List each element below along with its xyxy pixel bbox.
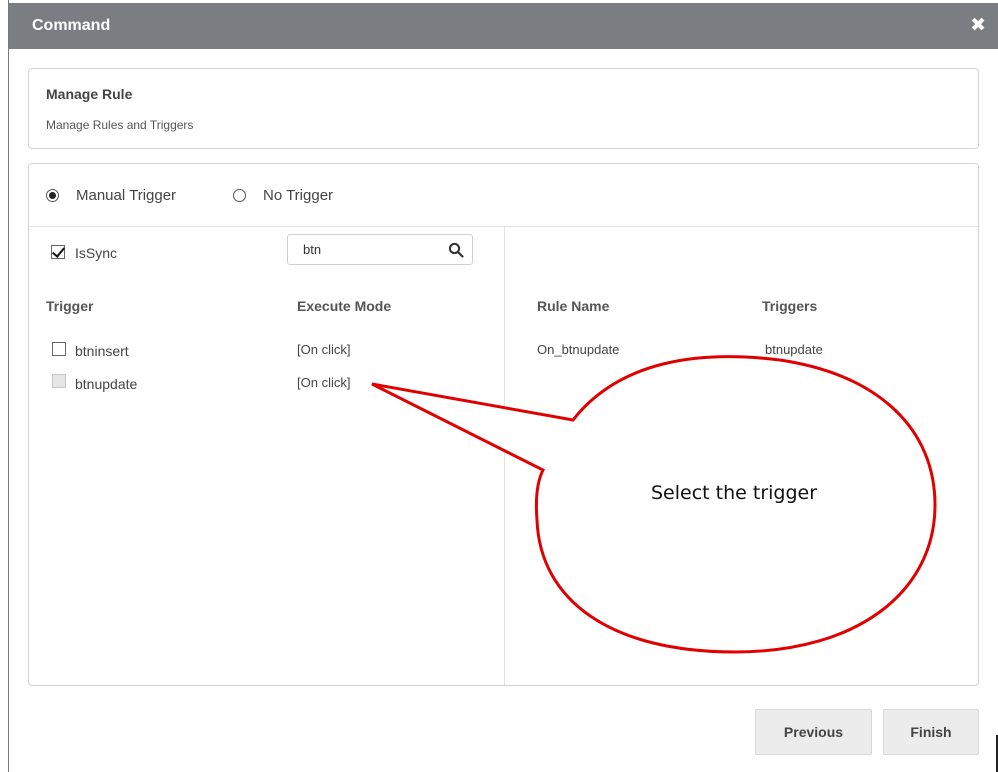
trigger-row-mode: [On click] <box>297 375 351 390</box>
trigger-row-mode: [On click] <box>297 342 351 357</box>
trigger-row-checkbox-disabled[interactable] <box>52 374 66 388</box>
issync-label: IsSync <box>75 245 118 261</box>
trigger-row-name: btnupdate <box>75 376 138 392</box>
column-divider <box>504 227 505 685</box>
trigger-mode-radio-group: Manual Trigger No Trigger <box>29 164 978 227</box>
trigger-search-input[interactable] <box>301 241 445 258</box>
finish-button[interactable]: Finish <box>883 709 979 755</box>
close-icon[interactable]: ✖ <box>970 14 986 37</box>
trigger-search-box <box>287 234 473 265</box>
search-icon[interactable] <box>448 242 464 258</box>
rule-row-name: On_btnupdate <box>537 342 620 357</box>
rule-row-triggers: btnupdate <box>765 342 823 357</box>
trigger-row-checkbox[interactable] <box>52 342 66 356</box>
radio-manual-trigger[interactable]: Manual Trigger <box>46 187 176 204</box>
radio-no-trigger-label: No Trigger <box>263 187 334 204</box>
issync-checkbox[interactable] <box>51 245 65 259</box>
trigger-row-name: btninsert <box>75 343 129 359</box>
panel-subtitle: Manage Rules and Triggers <box>46 118 194 132</box>
trigger-config-panel: Manual Trigger No Trigger IsSync Trigger… <box>28 163 979 686</box>
previous-button[interactable]: Previous <box>755 709 872 755</box>
triggers-column-header: Triggers <box>762 298 818 314</box>
trigger-column-header: Trigger <box>46 298 94 314</box>
dialog-titlebar: Command ✖ <box>9 3 998 49</box>
panel-title: Manage Rule <box>46 86 133 102</box>
callout-text: Select the trigger <box>651 482 818 504</box>
radio-manual-trigger-label: Manual Trigger <box>76 187 177 204</box>
radio-selected-icon[interactable] <box>46 189 59 202</box>
radio-unselected-icon[interactable] <box>233 189 246 202</box>
execute-mode-column-header: Execute Mode <box>297 298 392 314</box>
radio-no-trigger[interactable]: No Trigger <box>233 187 333 204</box>
rule-name-column-header: Rule Name <box>537 298 610 314</box>
dialog-title: Command <box>32 17 111 34</box>
window-left-edge <box>8 0 9 772</box>
manage-rule-header-panel: Manage Rule Manage Rules and Triggers <box>28 68 979 149</box>
